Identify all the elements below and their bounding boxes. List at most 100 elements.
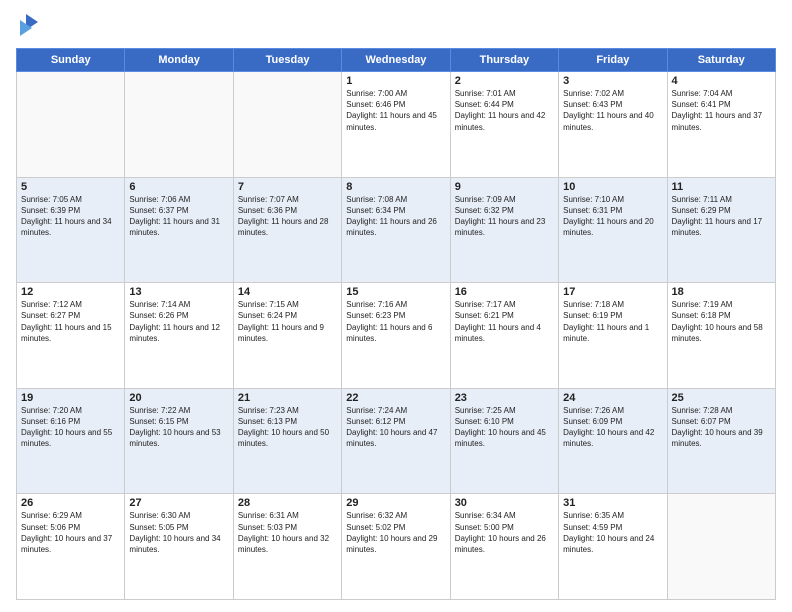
calendar-cell: 15Sunrise: 7:16 AM Sunset: 6:23 PM Dayli… bbox=[342, 283, 450, 389]
day-number: 26 bbox=[21, 497, 120, 509]
calendar-cell: 29Sunrise: 6:32 AM Sunset: 5:02 PM Dayli… bbox=[342, 494, 450, 600]
day-info: Sunrise: 7:20 AM Sunset: 6:16 PM Dayligh… bbox=[21, 405, 120, 450]
day-info: Sunrise: 7:02 AM Sunset: 6:43 PM Dayligh… bbox=[563, 88, 662, 133]
weekday-header-thursday: Thursday bbox=[450, 49, 558, 72]
day-info: Sunrise: 7:08 AM Sunset: 6:34 PM Dayligh… bbox=[346, 194, 445, 239]
calendar-cell: 11Sunrise: 7:11 AM Sunset: 6:29 PM Dayli… bbox=[667, 177, 775, 283]
day-info: Sunrise: 7:07 AM Sunset: 6:36 PM Dayligh… bbox=[238, 194, 337, 239]
day-number: 21 bbox=[238, 392, 337, 404]
week-row-1: 1Sunrise: 7:00 AM Sunset: 6:46 PM Daylig… bbox=[17, 72, 776, 178]
weekday-header-row: SundayMondayTuesdayWednesdayThursdayFrid… bbox=[17, 49, 776, 72]
calendar-cell: 27Sunrise: 6:30 AM Sunset: 5:05 PM Dayli… bbox=[125, 494, 233, 600]
week-row-5: 26Sunrise: 6:29 AM Sunset: 5:06 PM Dayli… bbox=[17, 494, 776, 600]
calendar-cell: 22Sunrise: 7:24 AM Sunset: 6:12 PM Dayli… bbox=[342, 388, 450, 494]
weekday-header-friday: Friday bbox=[559, 49, 667, 72]
day-info: Sunrise: 7:05 AM Sunset: 6:39 PM Dayligh… bbox=[21, 194, 120, 239]
calendar-cell: 17Sunrise: 7:18 AM Sunset: 6:19 PM Dayli… bbox=[559, 283, 667, 389]
day-number: 27 bbox=[129, 497, 228, 509]
day-number: 14 bbox=[238, 286, 337, 298]
calendar-cell: 16Sunrise: 7:17 AM Sunset: 6:21 PM Dayli… bbox=[450, 283, 558, 389]
day-info: Sunrise: 7:11 AM Sunset: 6:29 PM Dayligh… bbox=[672, 194, 771, 239]
day-number: 9 bbox=[455, 181, 554, 193]
day-info: Sunrise: 7:00 AM Sunset: 6:46 PM Dayligh… bbox=[346, 88, 445, 133]
day-info: Sunrise: 7:04 AM Sunset: 6:41 PM Dayligh… bbox=[672, 88, 771, 133]
day-number: 11 bbox=[672, 181, 771, 193]
calendar-cell: 31Sunrise: 6:35 AM Sunset: 4:59 PM Dayli… bbox=[559, 494, 667, 600]
weekday-header-sunday: Sunday bbox=[17, 49, 125, 72]
day-info: Sunrise: 7:25 AM Sunset: 6:10 PM Dayligh… bbox=[455, 405, 554, 450]
day-number: 12 bbox=[21, 286, 120, 298]
day-info: Sunrise: 7:19 AM Sunset: 6:18 PM Dayligh… bbox=[672, 299, 771, 344]
calendar-cell: 21Sunrise: 7:23 AM Sunset: 6:13 PM Dayli… bbox=[233, 388, 341, 494]
day-info: Sunrise: 7:28 AM Sunset: 6:07 PM Dayligh… bbox=[672, 405, 771, 450]
week-row-4: 19Sunrise: 7:20 AM Sunset: 6:16 PM Dayli… bbox=[17, 388, 776, 494]
day-number: 23 bbox=[455, 392, 554, 404]
calendar-cell bbox=[17, 72, 125, 178]
calendar-cell: 13Sunrise: 7:14 AM Sunset: 6:26 PM Dayli… bbox=[125, 283, 233, 389]
day-number: 15 bbox=[346, 286, 445, 298]
weekday-header-wednesday: Wednesday bbox=[342, 49, 450, 72]
day-number: 22 bbox=[346, 392, 445, 404]
day-info: Sunrise: 7:18 AM Sunset: 6:19 PM Dayligh… bbox=[563, 299, 662, 344]
calendar-cell: 6Sunrise: 7:06 AM Sunset: 6:37 PM Daylig… bbox=[125, 177, 233, 283]
calendar-cell: 8Sunrise: 7:08 AM Sunset: 6:34 PM Daylig… bbox=[342, 177, 450, 283]
calendar-cell: 10Sunrise: 7:10 AM Sunset: 6:31 PM Dayli… bbox=[559, 177, 667, 283]
day-info: Sunrise: 7:23 AM Sunset: 6:13 PM Dayligh… bbox=[238, 405, 337, 450]
day-number: 20 bbox=[129, 392, 228, 404]
day-number: 31 bbox=[563, 497, 662, 509]
day-info: Sunrise: 7:26 AM Sunset: 6:09 PM Dayligh… bbox=[563, 405, 662, 450]
day-number: 30 bbox=[455, 497, 554, 509]
day-info: Sunrise: 6:30 AM Sunset: 5:05 PM Dayligh… bbox=[129, 510, 228, 555]
day-info: Sunrise: 6:32 AM Sunset: 5:02 PM Dayligh… bbox=[346, 510, 445, 555]
week-row-3: 12Sunrise: 7:12 AM Sunset: 6:27 PM Dayli… bbox=[17, 283, 776, 389]
calendar-cell: 12Sunrise: 7:12 AM Sunset: 6:27 PM Dayli… bbox=[17, 283, 125, 389]
calendar-cell: 5Sunrise: 7:05 AM Sunset: 6:39 PM Daylig… bbox=[17, 177, 125, 283]
calendar-cell: 4Sunrise: 7:04 AM Sunset: 6:41 PM Daylig… bbox=[667, 72, 775, 178]
calendar-cell bbox=[125, 72, 233, 178]
day-number: 1 bbox=[346, 75, 445, 87]
day-number: 6 bbox=[129, 181, 228, 193]
weekday-header-tuesday: Tuesday bbox=[233, 49, 341, 72]
calendar-cell: 2Sunrise: 7:01 AM Sunset: 6:44 PM Daylig… bbox=[450, 72, 558, 178]
day-number: 18 bbox=[672, 286, 771, 298]
calendar-cell: 30Sunrise: 6:34 AM Sunset: 5:00 PM Dayli… bbox=[450, 494, 558, 600]
weekday-header-monday: Monday bbox=[125, 49, 233, 72]
day-info: Sunrise: 7:16 AM Sunset: 6:23 PM Dayligh… bbox=[346, 299, 445, 344]
weekday-header-saturday: Saturday bbox=[667, 49, 775, 72]
day-info: Sunrise: 7:22 AM Sunset: 6:15 PM Dayligh… bbox=[129, 405, 228, 450]
day-number: 24 bbox=[563, 392, 662, 404]
calendar-cell bbox=[233, 72, 341, 178]
day-info: Sunrise: 7:17 AM Sunset: 6:21 PM Dayligh… bbox=[455, 299, 554, 344]
calendar-cell: 24Sunrise: 7:26 AM Sunset: 6:09 PM Dayli… bbox=[559, 388, 667, 494]
day-number: 16 bbox=[455, 286, 554, 298]
day-info: Sunrise: 7:10 AM Sunset: 6:31 PM Dayligh… bbox=[563, 194, 662, 239]
day-number: 25 bbox=[672, 392, 771, 404]
day-number: 4 bbox=[672, 75, 771, 87]
day-info: Sunrise: 6:29 AM Sunset: 5:06 PM Dayligh… bbox=[21, 510, 120, 555]
day-number: 3 bbox=[563, 75, 662, 87]
day-number: 7 bbox=[238, 181, 337, 193]
day-number: 29 bbox=[346, 497, 445, 509]
day-info: Sunrise: 6:35 AM Sunset: 4:59 PM Dayligh… bbox=[563, 510, 662, 555]
logo bbox=[16, 12, 40, 40]
week-row-2: 5Sunrise: 7:05 AM Sunset: 6:39 PM Daylig… bbox=[17, 177, 776, 283]
calendar-cell: 25Sunrise: 7:28 AM Sunset: 6:07 PM Dayli… bbox=[667, 388, 775, 494]
day-number: 5 bbox=[21, 181, 120, 193]
day-info: Sunrise: 7:24 AM Sunset: 6:12 PM Dayligh… bbox=[346, 405, 445, 450]
day-info: Sunrise: 7:06 AM Sunset: 6:37 PM Dayligh… bbox=[129, 194, 228, 239]
calendar-cell: 23Sunrise: 7:25 AM Sunset: 6:10 PM Dayli… bbox=[450, 388, 558, 494]
calendar: SundayMondayTuesdayWednesdayThursdayFrid… bbox=[16, 48, 776, 600]
day-info: Sunrise: 7:12 AM Sunset: 6:27 PM Dayligh… bbox=[21, 299, 120, 344]
day-info: Sunrise: 7:14 AM Sunset: 6:26 PM Dayligh… bbox=[129, 299, 228, 344]
header bbox=[16, 12, 776, 40]
day-info: Sunrise: 7:15 AM Sunset: 6:24 PM Dayligh… bbox=[238, 299, 337, 344]
calendar-cell: 28Sunrise: 6:31 AM Sunset: 5:03 PM Dayli… bbox=[233, 494, 341, 600]
calendar-cell: 1Sunrise: 7:00 AM Sunset: 6:46 PM Daylig… bbox=[342, 72, 450, 178]
page: SundayMondayTuesdayWednesdayThursdayFrid… bbox=[0, 0, 792, 612]
calendar-cell bbox=[667, 494, 775, 600]
day-number: 13 bbox=[129, 286, 228, 298]
day-number: 2 bbox=[455, 75, 554, 87]
day-number: 10 bbox=[563, 181, 662, 193]
day-number: 19 bbox=[21, 392, 120, 404]
calendar-cell: 9Sunrise: 7:09 AM Sunset: 6:32 PM Daylig… bbox=[450, 177, 558, 283]
